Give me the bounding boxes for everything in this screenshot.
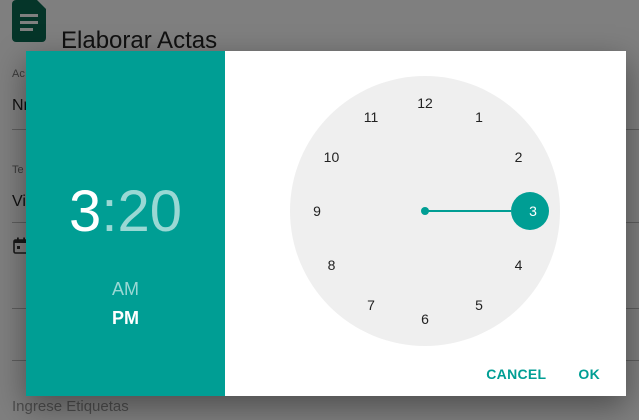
clock-number-12[interactable]: 12	[410, 93, 440, 113]
am-button[interactable]: AM	[26, 279, 225, 300]
time-display: 3:20	[26, 179, 225, 245]
time-picker-dialog: 3:20 AM PM 12 1 2 3 4 5 6 7 8 9 10 11 CANCEL OK	[26, 51, 626, 396]
clock-number-3[interactable]: 3	[518, 201, 548, 221]
clock-number-5[interactable]: 5	[464, 295, 494, 315]
clock-face[interactable]: 12 1 2 3 4 5 6 7 8 9 10 11	[290, 76, 560, 346]
time-picker-toolbar: 3:20 AM PM	[26, 51, 225, 396]
cancel-button[interactable]: CANCEL	[486, 366, 546, 382]
clock-number-2[interactable]: 2	[504, 147, 534, 167]
hour-display[interactable]: 3	[69, 179, 101, 244]
clock-number-8[interactable]: 8	[316, 255, 346, 275]
time-picker-content: 12 1 2 3 4 5 6 7 8 9 10 11 CANCEL OK	[225, 51, 626, 396]
clock-number-11[interactable]: 11	[356, 107, 386, 127]
dialog-actions: CANCEL OK	[486, 366, 600, 382]
clock-number-9[interactable]: 9	[302, 201, 332, 221]
clock-center-dot	[421, 207, 429, 215]
clock-number-7[interactable]: 7	[356, 295, 386, 315]
clock-number-1[interactable]: 1	[464, 107, 494, 127]
minute-display[interactable]: 20	[117, 179, 182, 244]
clock-number-4[interactable]: 4	[504, 255, 534, 275]
time-separator: :	[101, 179, 118, 244]
ok-button[interactable]: OK	[578, 366, 600, 382]
clock-number-10[interactable]: 10	[316, 147, 346, 167]
pm-button[interactable]: PM	[26, 308, 225, 329]
clock-hand	[425, 210, 511, 212]
clock-number-6[interactable]: 6	[410, 309, 440, 329]
